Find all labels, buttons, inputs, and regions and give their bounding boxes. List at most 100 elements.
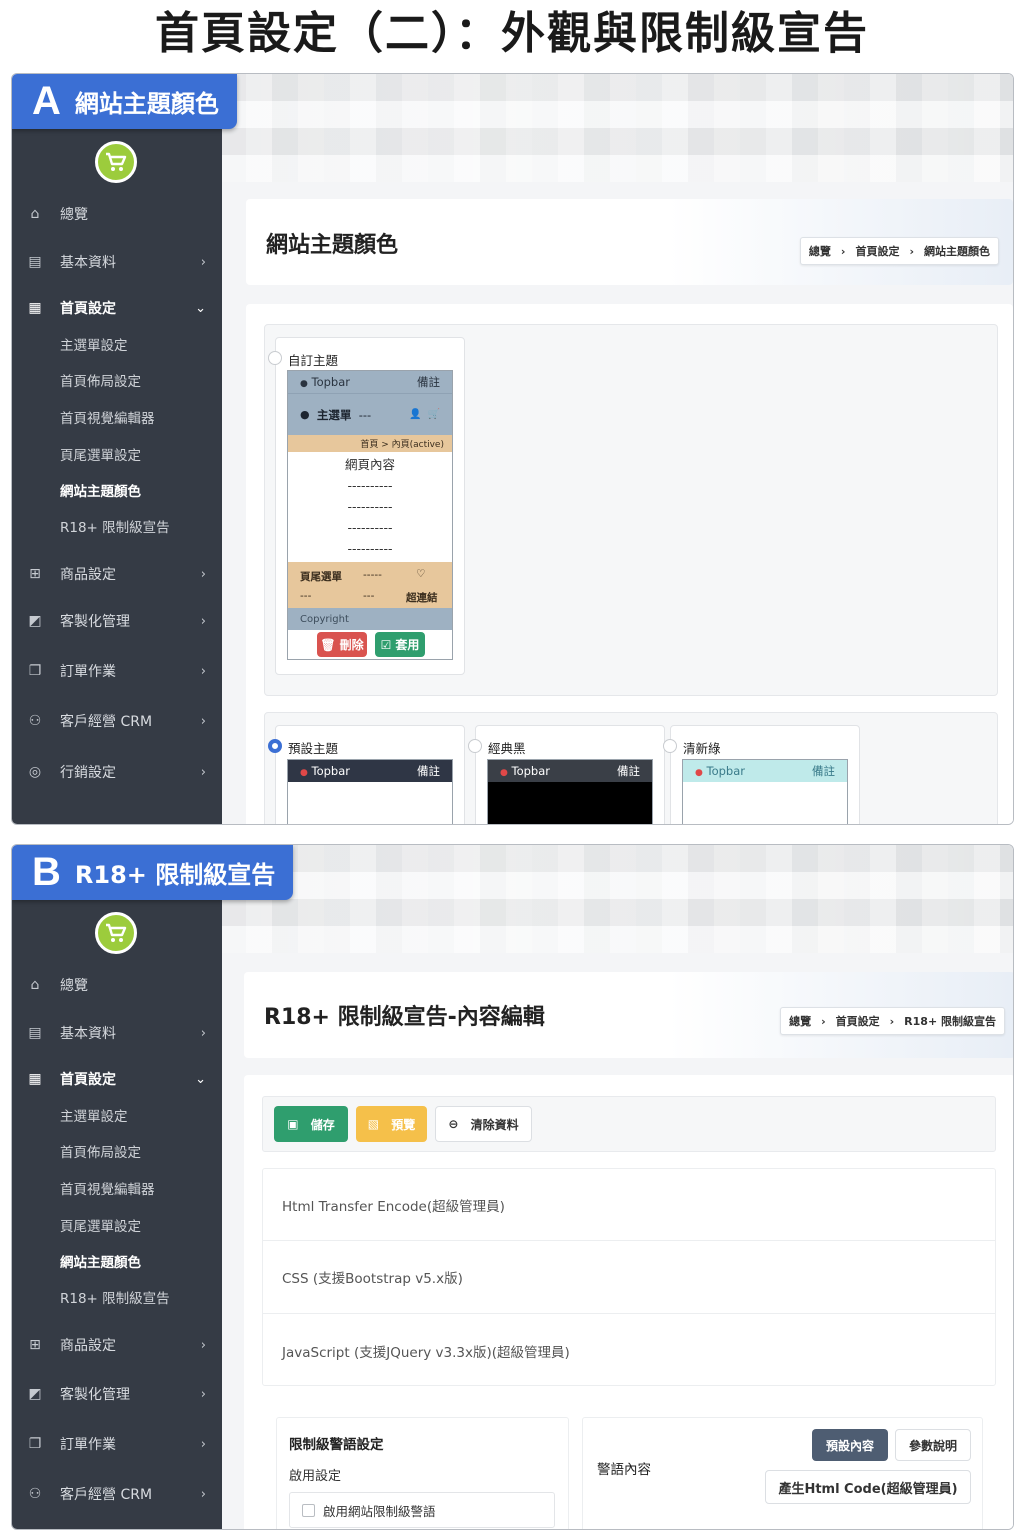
sidebar-item-products[interactable]: ⊞ 商品設定 › bbox=[12, 1327, 222, 1363]
breadcrumb-item[interactable]: 總覽 bbox=[789, 1013, 811, 1029]
page-heading: R18+ 限制級宣告-內容編輯 bbox=[264, 1005, 545, 1030]
default-content-button[interactable]: 預設內容 bbox=[812, 1429, 888, 1461]
js-field[interactable]: JavaScript (支援JQuery v3.3x版)(超級管理員) bbox=[263, 1314, 995, 1385]
users-icon: ⚇ bbox=[28, 713, 42, 729]
preview-content-title: 網頁內容 bbox=[344, 457, 395, 472]
sidebar-item-crm[interactable]: ⚇ 客戶經營 CRM › bbox=[12, 1476, 222, 1512]
sidebar-item-label: 首頁佈局設定 bbox=[60, 374, 141, 390]
sidebar-item-crm[interactable]: ⚇ 客戶經營 CRM › bbox=[12, 703, 222, 739]
chevron-right-icon: › bbox=[909, 244, 914, 258]
sidebar-item-orders[interactable]: ❐ 訂單作業 › bbox=[12, 653, 222, 689]
chevron-right-icon: › bbox=[200, 1486, 206, 1502]
sidebar-sub-visual-editor[interactable]: 首頁視覺編輯器 bbox=[12, 399, 222, 435]
sidebar-item-custom[interactable]: ◩ 客製化管理 › bbox=[12, 1376, 222, 1412]
theme-name: 清新綠 bbox=[683, 741, 721, 756]
cart-logo-icon[interactable] bbox=[95, 141, 137, 183]
chevron-down-icon: ⌄ bbox=[195, 1071, 206, 1087]
red-dot-icon: ● bbox=[300, 768, 308, 778]
breadcrumb-item[interactable]: 首頁設定 bbox=[836, 1013, 880, 1029]
sidebar-item-homepage[interactable]: ▦ 首頁設定 ⌄ bbox=[12, 290, 222, 326]
store-icon: ▦ bbox=[28, 300, 42, 316]
sidebar-item-label: 行銷設定 bbox=[60, 765, 116, 781]
cart-logo-icon[interactable] bbox=[95, 912, 137, 954]
home-icon: ⌂ bbox=[30, 977, 40, 993]
enable-warning-checkbox[interactable] bbox=[302, 1503, 315, 1517]
theme-preview: ● Topbar 備註 bbox=[487, 759, 653, 824]
panel-label-text: 網站主題顏色 bbox=[74, 90, 219, 118]
sidebar-item-products[interactable]: ⊞ 商品設定 › bbox=[12, 556, 222, 592]
store-icon: ▦ bbox=[28, 1071, 42, 1087]
sidebar-item-overview[interactable]: ⌂ 總覽 bbox=[12, 967, 222, 1003]
sidebar-item-label: 訂單作業 bbox=[60, 664, 116, 680]
sidebar-sub-main-menu[interactable]: 主選單設定 bbox=[12, 326, 222, 362]
sidebar-item-basic[interactable]: ▤ 基本資料 › bbox=[12, 1015, 222, 1051]
css-field[interactable]: CSS (支援Bootstrap v5.x版) bbox=[263, 1241, 995, 1314]
delete-button[interactable]: 🗑 刪除 bbox=[317, 632, 367, 657]
enable-label: 啟用設定 bbox=[289, 1469, 342, 1484]
sidebar-sub-layout[interactable]: 首頁佈局設定 bbox=[12, 362, 222, 398]
editor-panel: ▣ 儲存 ▧ 預覽 ⊖ 清除資料 Html Transfer Encode(超級… bbox=[244, 1075, 1013, 1529]
users-icon: ⚇ bbox=[28, 1486, 42, 1502]
chevron-right-icon: › bbox=[840, 244, 846, 258]
sidebar-item-label: 訂單作業 bbox=[60, 1437, 116, 1453]
check-icon: ☑ bbox=[380, 637, 392, 652]
sidebar-sub-r18[interactable]: R18+ 限制級宣告 bbox=[12, 508, 222, 544]
preview-dash: ---------- bbox=[347, 478, 393, 493]
theme-name: 預設主題 bbox=[288, 741, 339, 756]
warning-content-card: 警語內容 預設內容 參數說明 產生Html Code(超級管理員) bbox=[582, 1417, 983, 1529]
sidebar-sub-theme-color[interactable]: 網站主題顏色 bbox=[12, 1243, 222, 1279]
preset-theme-card[interactable]: 預設主題 ● Topbar 備註 bbox=[268, 725, 465, 824]
sidebar-item-overview[interactable]: ⌂ 總覽 bbox=[12, 196, 222, 232]
breadcrumb-item[interactable]: 總覽 bbox=[809, 243, 831, 259]
preview-topbar-text: Topbar bbox=[311, 375, 350, 389]
preview-footer: 頁尾選單 ----- ♡ --- --- 超連結 bbox=[288, 562, 452, 608]
sidebar-item-marketing[interactable]: ◎ 行銷設定 › bbox=[12, 754, 222, 790]
sidebar-sub-visual-editor[interactable]: 首頁視覺編輯器 bbox=[12, 1170, 222, 1206]
chevron-right-icon: › bbox=[889, 1014, 895, 1028]
apply-button[interactable]: ☑ 套用 bbox=[375, 632, 425, 657]
param-help-button[interactable]: 參數說明 bbox=[895, 1429, 971, 1461]
sidebar-sub-r18[interactable]: R18+ 限制級宣告 bbox=[12, 1279, 222, 1315]
preview-content: 網頁內容 ---------- ---------- ---------- --… bbox=[288, 452, 452, 562]
gift-icon: ⊞ bbox=[29, 1337, 41, 1353]
theme-panel: 自訂主題 ● Topbar 備註 ● 主選單 --- 👤 🛒 首頁 > 內頁(a… bbox=[246, 304, 1013, 824]
page-title: 首頁設定（二）：外觀與限制級宣告 bbox=[155, 8, 869, 59]
sidebar-sub-layout[interactable]: 首頁佈局設定 bbox=[12, 1133, 222, 1169]
sidebar-item-label: 基本資料 bbox=[60, 255, 116, 271]
sidebar-item-label: 主選單設定 bbox=[60, 1109, 128, 1125]
custom-theme-card[interactable]: 自訂主題 ● Topbar 備註 ● 主選單 --- 👤 🛒 首頁 > 內頁(a… bbox=[268, 337, 465, 675]
sidebar-sub-main-menu[interactable]: 主選單設定 bbox=[12, 1097, 222, 1133]
file-icon: ▧ bbox=[367, 1117, 380, 1131]
enable-warning-checkbox-row[interactable]: 啟用網站限制級警語 bbox=[289, 1492, 555, 1528]
theme-radio[interactable] bbox=[268, 739, 282, 753]
sidebar-item-label: 網站主題顏色 bbox=[60, 484, 141, 500]
theme-name: 自訂主題 bbox=[288, 353, 339, 368]
theme-radio[interactable] bbox=[468, 739, 482, 753]
sidebar-item-orders[interactable]: ❐ 訂單作業 › bbox=[12, 1426, 222, 1462]
sidebar-sub-theme-color[interactable]: 網站主題顏色 bbox=[12, 472, 222, 508]
preview-button[interactable]: ▧ 預覽 bbox=[356, 1106, 427, 1142]
theme-radio[interactable] bbox=[663, 739, 677, 753]
sidebar-item-basic[interactable]: ▤ 基本資料 › bbox=[12, 244, 222, 280]
sidebar-item-custom[interactable]: ◩ 客製化管理 › bbox=[12, 603, 222, 639]
breadcrumb-item[interactable]: 首頁設定 bbox=[855, 243, 899, 259]
preset-theme-card[interactable]: 清新綠 ● Topbar 備註 bbox=[663, 725, 860, 824]
html-field[interactable]: Html Transfer Encode(超級管理員) bbox=[263, 1169, 995, 1241]
theme-radio[interactable] bbox=[268, 351, 282, 365]
target-icon: ◎ bbox=[28, 764, 42, 780]
preview-footer-dash: --- bbox=[363, 590, 375, 602]
sidebar-item-label: 首頁佈局設定 bbox=[60, 1145, 141, 1161]
panel-letter: B bbox=[32, 850, 61, 894]
generate-html-button[interactable]: 產生Html Code(超級管理員) bbox=[765, 1470, 971, 1504]
preset-theme-group: 預設主題 ● Topbar 備註 經典黑 ● Topbar 備註 清新綠 ● Topbar 備註 bbox=[264, 712, 998, 824]
sidebar-sub-footer-menu[interactable]: 頁尾選單設定 bbox=[12, 436, 222, 472]
save-button[interactable]: ▣ 儲存 bbox=[274, 1106, 348, 1142]
page-header: R18+ 限制級宣告-內容編輯 總覽 › 首頁設定 › R18+ 限制級宣告 bbox=[244, 972, 1013, 1058]
clear-button[interactable]: ⊖ 清除資料 bbox=[435, 1106, 532, 1142]
preset-theme-card[interactable]: 經典黑 ● Topbar 備註 bbox=[468, 725, 665, 824]
delete-button-label: 刪除 bbox=[339, 638, 364, 652]
sidebar-item-homepage[interactable]: ▦ 首頁設定 ⌄ bbox=[12, 1061, 222, 1097]
sidebar-sub-footer-menu[interactable]: 頁尾選單設定 bbox=[12, 1207, 222, 1243]
sidebar-item-label: R18+ 限制級宣告 bbox=[60, 520, 170, 536]
sidebar-item-label: 總覽 bbox=[60, 978, 88, 994]
